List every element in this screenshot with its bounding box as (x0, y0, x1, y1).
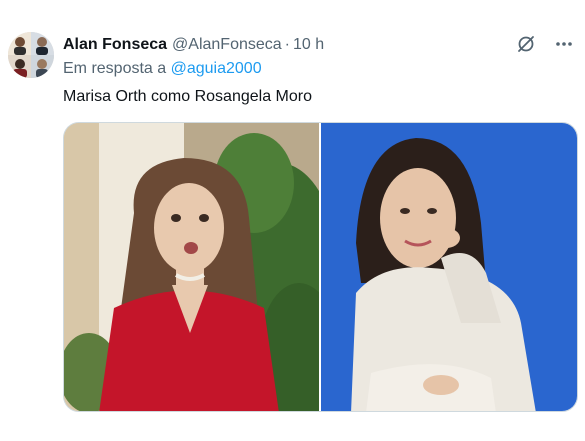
grok-slash-icon[interactable] (515, 33, 537, 55)
tweet-header: Alan Fonseca @AlanFonseca · 10 h (63, 34, 324, 56)
avatar-collage (8, 32, 54, 78)
reply-prefix: Em resposta a (63, 60, 167, 77)
photo-left[interactable] (64, 123, 319, 411)
display-name[interactable]: Alan Fonseca (63, 36, 167, 54)
user-handle[interactable]: @AlanFonseca (172, 36, 282, 54)
separator-dot: · (284, 36, 290, 53)
photo-left-image (64, 123, 319, 411)
photo-right[interactable] (321, 123, 577, 411)
reply-mention-link[interactable]: @aguia2000 (171, 60, 262, 77)
header-actions (515, 33, 575, 55)
reply-context: Em resposta a @aguia2000 (63, 60, 262, 78)
tweet: Alan Fonseca @AlanFonseca · 10 h Em resp… (0, 0, 585, 441)
tweet-text: Marisa Orth como Rosangela Moro (63, 88, 312, 105)
more-horizontal-icon[interactable] (553, 33, 575, 55)
media-grid (63, 122, 578, 412)
timestamp[interactable]: 10 h (293, 36, 324, 54)
avatar[interactable] (8, 32, 54, 78)
photo-right-image (321, 123, 577, 411)
